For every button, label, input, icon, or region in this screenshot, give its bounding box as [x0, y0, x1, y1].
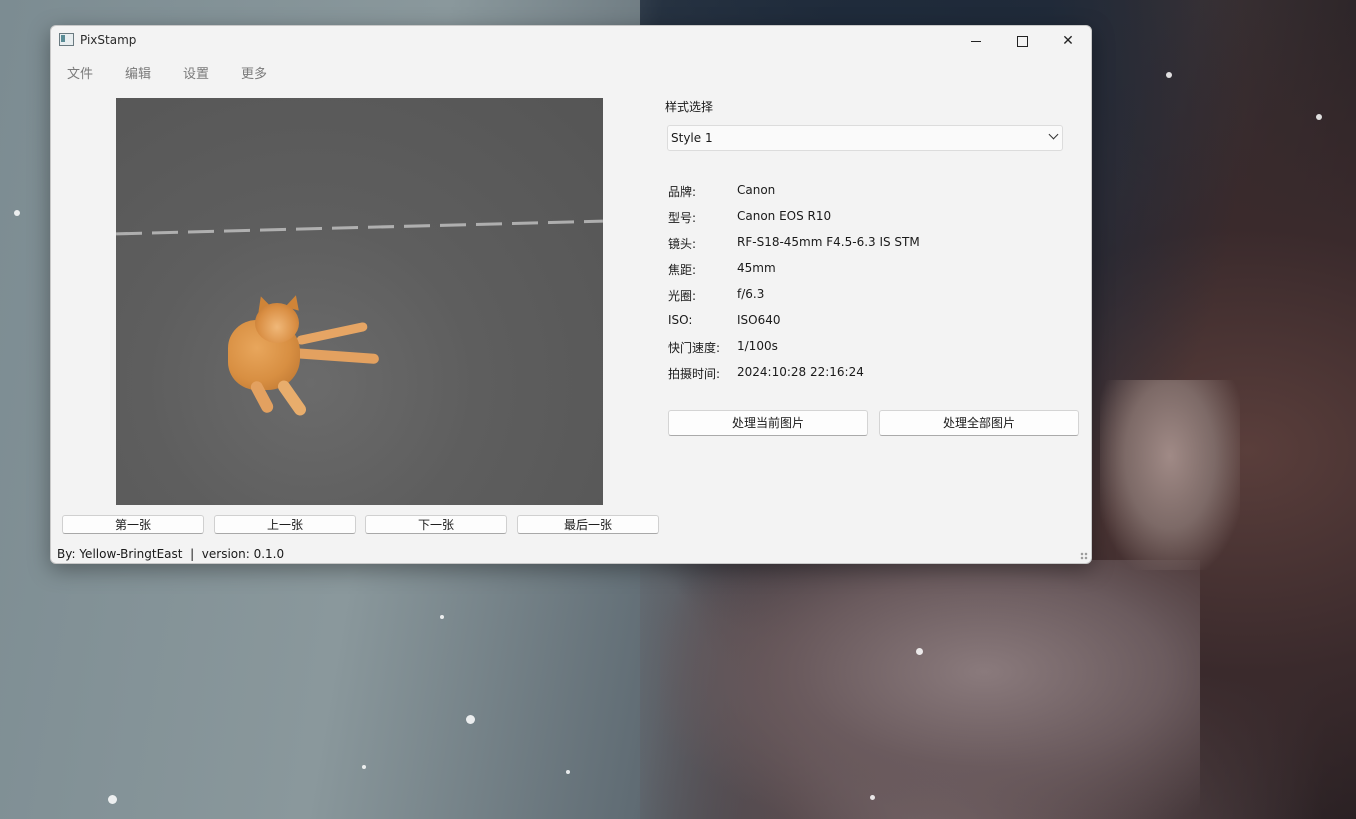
window-title: PixStamp — [80, 33, 137, 47]
snowflake — [566, 770, 570, 774]
style-select-label: 样式选择 — [665, 100, 714, 114]
first-image-button[interactable]: 第一张 — [62, 515, 204, 534]
maximize-button[interactable] — [999, 26, 1045, 56]
prev-image-button[interactable]: 上一张 — [214, 515, 356, 534]
minimize-button[interactable] — [953, 26, 999, 56]
menu-edit[interactable]: 编辑 — [125, 63, 151, 82]
exif-label-lens: 镜头: — [668, 237, 697, 251]
snowflake — [916, 648, 923, 655]
process-all-button[interactable]: 处理全部图片 — [879, 410, 1079, 436]
exif-label-shutter-speed: 快门速度: — [668, 341, 721, 355]
title-bar[interactable]: PixStamp ✕ — [51, 26, 1091, 56]
style-dropdown[interactable]: Style 1 — [667, 125, 1063, 151]
exif-value-shutter-speed: 1/100s — [737, 339, 778, 353]
exif-label-model: 型号: — [668, 211, 697, 225]
snowflake — [362, 765, 366, 769]
exif-value-focal-length: 45mm — [737, 261, 776, 275]
wallpaper-skin-region — [1100, 380, 1240, 570]
last-image-button[interactable]: 最后一张 — [517, 515, 659, 534]
process-current-button[interactable]: 处理当前图片 — [668, 410, 868, 436]
exif-label-brand: 品牌: — [668, 185, 697, 199]
snowflake — [870, 795, 875, 800]
exif-value-lens: RF-S18-45mm F4.5-6.3 IS STM — [737, 235, 920, 249]
snowflake — [466, 715, 475, 724]
minimize-icon — [971, 40, 981, 42]
close-icon: ✕ — [1062, 33, 1074, 49]
exif-value-model: Canon EOS R10 — [737, 209, 832, 223]
next-image-button[interactable]: 下一张 — [365, 515, 507, 534]
wallpaper-face-region — [660, 560, 1200, 819]
style-dropdown-value: Style 1 — [671, 131, 713, 145]
snowflake — [14, 210, 20, 216]
app-icon — [59, 33, 74, 46]
pixstamp-window: PixStamp ✕ 文件 编辑 设置 更多 第一张 上一张 下一张 最后一张 … — [50, 25, 1092, 564]
exif-value-iso: ISO640 — [737, 313, 781, 327]
image-preview — [116, 98, 603, 505]
menu-bar: 文件 编辑 设置 更多 — [51, 57, 1091, 83]
snowflake — [1166, 72, 1172, 78]
chevron-down-icon — [1048, 129, 1059, 140]
snowflake — [1316, 114, 1322, 120]
menu-settings[interactable]: 设置 — [183, 63, 209, 82]
exif-value-aperture: f/6.3 — [737, 287, 765, 301]
exif-value-brand: Canon — [737, 183, 776, 197]
exif-label-aperture: 光圈: — [668, 289, 697, 303]
snowflake — [440, 615, 444, 619]
status-bar: By: Yellow-BringtEast | version: 0.1.0 — [57, 547, 285, 561]
resize-grip-icon[interactable] — [1080, 552, 1088, 560]
exif-label-iso: ISO: — [668, 313, 693, 327]
menu-file[interactable]: 文件 — [67, 63, 93, 82]
exif-value-capture-time: 2024:10:28 22:16:24 — [737, 365, 864, 379]
snowflake — [108, 795, 117, 804]
exif-label-capture-time: 拍摄时间: — [668, 367, 721, 381]
close-button[interactable]: ✕ — [1045, 26, 1091, 56]
road-marking — [116, 219, 603, 236]
maximize-icon — [1016, 35, 1028, 47]
menu-more[interactable]: 更多 — [241, 63, 267, 82]
exif-label-focal-length: 焦距: — [668, 263, 697, 277]
